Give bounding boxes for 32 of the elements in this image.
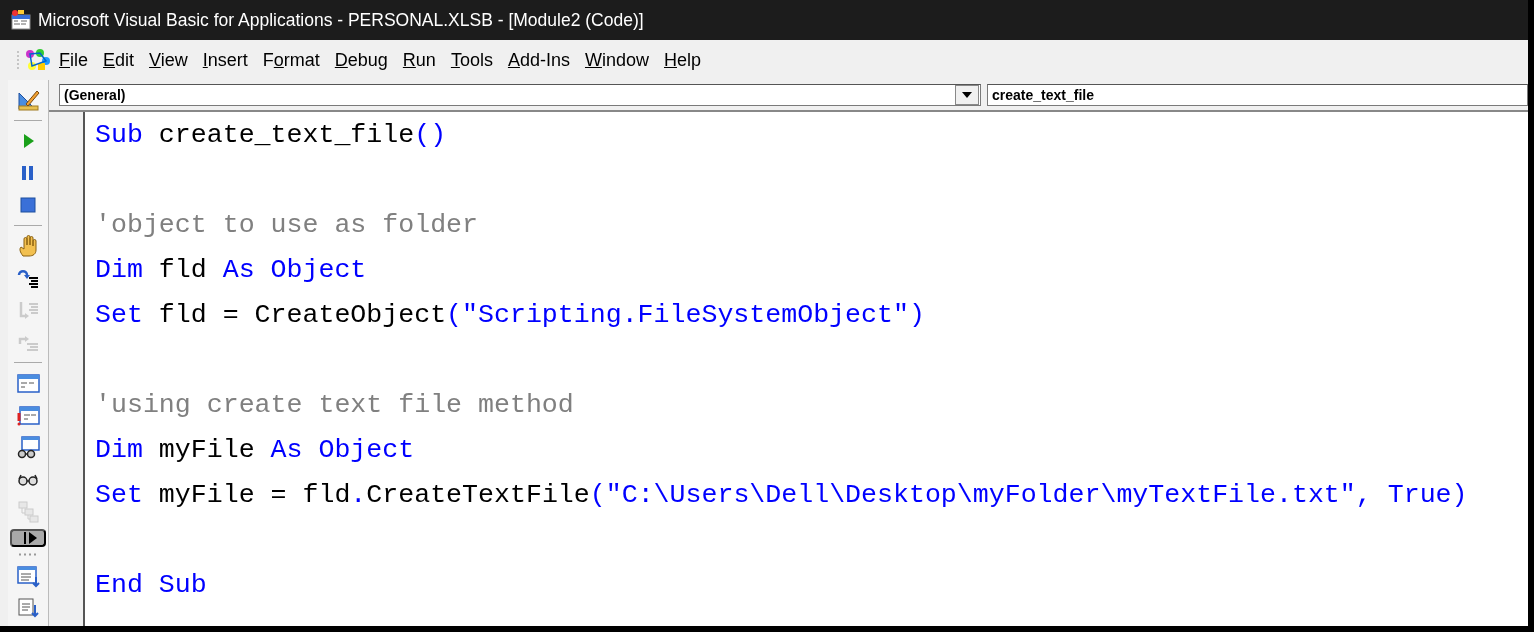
menu-item[interactable]: Tools bbox=[443, 47, 500, 73]
dropdown-arrow-icon bbox=[962, 92, 972, 98]
code-line: 'using create text file method bbox=[95, 390, 574, 420]
menu-item[interactable]: File bbox=[52, 47, 95, 73]
menu-item[interactable]: View bbox=[142, 47, 195, 73]
app-icon bbox=[10, 9, 32, 31]
toolbar-grip-icon[interactable] bbox=[18, 553, 38, 556]
code-editor[interactable] bbox=[85, 112, 1528, 626]
menu-item[interactable]: Edit bbox=[96, 47, 142, 73]
hand-icon bbox=[16, 234, 40, 258]
window-icon bbox=[16, 403, 40, 427]
code-line: Dim fld As Object bbox=[95, 255, 367, 285]
vba-logo-icon bbox=[16, 47, 52, 73]
caret-icon bbox=[24, 531, 38, 545]
code-line: Dim myFile As Object bbox=[95, 435, 415, 465]
toolbar-overflow-button[interactable] bbox=[10, 529, 46, 547]
code-line: 'object to use as folder bbox=[95, 210, 478, 240]
menu-item[interactable]: Window bbox=[577, 47, 656, 73]
code-line: Set myFile = fld.CreateTextFile("C:\Users\Dell\Desktop\myFolder\myTextFile.txt", True) bbox=[95, 480, 1468, 510]
menu-item[interactable]: Insert bbox=[195, 47, 255, 73]
menu-item[interactable]: Help bbox=[657, 47, 709, 73]
code-line: Sub create_text_file() bbox=[95, 120, 447, 150]
code-line: Set fld = CreateObject("Scripting.FileSystemObject") bbox=[95, 300, 925, 330]
code-line: End Sub bbox=[95, 570, 207, 600]
menu-item[interactable]: Format bbox=[255, 47, 327, 73]
procedure-dropdown[interactable]: create_text_file bbox=[987, 84, 1528, 106]
menu-item[interactable]: Add-Ins bbox=[500, 47, 577, 73]
window-icon bbox=[16, 371, 40, 395]
menu-item[interactable]: Debug bbox=[327, 47, 395, 73]
window-title: Microsoft Visual Basic for Applications - PERSONAL.XLSB - [Module2 (Code)] bbox=[38, 9, 644, 31]
object-dropdown[interactable]: (General) bbox=[59, 84, 981, 106]
menu-item[interactable]: Run bbox=[395, 47, 443, 73]
